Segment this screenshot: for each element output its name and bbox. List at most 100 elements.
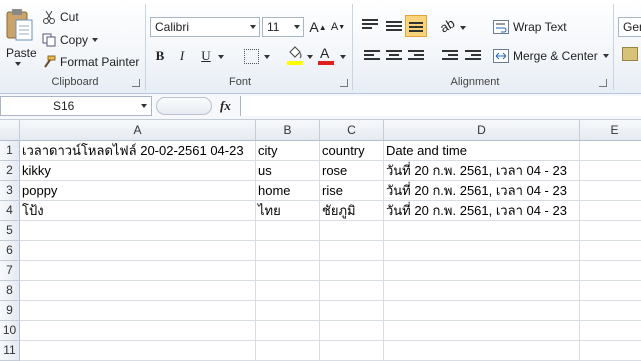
- font-size-box[interactable]: 11: [262, 17, 304, 37]
- name-box[interactable]: S16: [0, 96, 152, 116]
- cell-a8[interactable]: [20, 281, 256, 301]
- row-header-4[interactable]: 4: [0, 201, 20, 221]
- cell-b6[interactable]: [256, 241, 320, 261]
- cell-b10[interactable]: [256, 321, 320, 341]
- cell-b11[interactable]: [256, 341, 320, 361]
- cell-a10[interactable]: [20, 321, 256, 341]
- cell-b3[interactable]: home: [256, 181, 320, 201]
- cell-c1[interactable]: country: [320, 141, 384, 161]
- cell-d11[interactable]: [384, 341, 580, 361]
- cell-b9[interactable]: [256, 301, 320, 321]
- cell-a9[interactable]: [20, 301, 256, 321]
- shrink-font-icon[interactable]: A ▼: [328, 17, 348, 37]
- cell-e6[interactable]: [580, 241, 641, 261]
- cell-e3[interactable]: [580, 181, 641, 201]
- cell-b8[interactable]: [256, 281, 320, 301]
- format-painter-button[interactable]: Format Painter: [42, 55, 139, 69]
- chevron-down-icon[interactable]: [141, 104, 147, 108]
- column-header-e[interactable]: E: [580, 120, 641, 141]
- row-header-7[interactable]: 7: [0, 261, 20, 281]
- wrap-text-button[interactable]: Wrap Text: [493, 20, 567, 34]
- cell-d6[interactable]: [384, 241, 580, 261]
- cell-c10[interactable]: [320, 321, 384, 341]
- align-left-icon[interactable]: [364, 50, 380, 64]
- cell-c8[interactable]: [320, 281, 384, 301]
- cell-d9[interactable]: [384, 301, 580, 321]
- row-header-9[interactable]: 9: [0, 301, 20, 321]
- bottom-align-button[interactable]: [405, 15, 427, 37]
- cell-b4[interactable]: ไทย: [256, 201, 320, 221]
- cell-d2[interactable]: วันที่ 20 ก.พ. 2561, เวลา 04 - 23: [384, 161, 580, 181]
- row-header-5[interactable]: 5: [0, 221, 20, 241]
- cell-a11[interactable]: [20, 341, 256, 361]
- formula-bar-resize-handle[interactable]: [156, 97, 212, 115]
- chevron-down-icon[interactable]: [218, 55, 224, 59]
- cell-a4[interactable]: โป้ง: [20, 201, 256, 221]
- borders-icon[interactable]: [244, 49, 259, 64]
- cell-e10[interactable]: [580, 321, 641, 341]
- dialog-launcher-icon[interactable]: [340, 79, 348, 87]
- cell-e9[interactable]: [580, 301, 641, 321]
- cell-e2[interactable]: [580, 161, 641, 181]
- font-color-icon[interactable]: A: [318, 45, 334, 65]
- cell-e4[interactable]: [580, 201, 641, 221]
- row-header-11[interactable]: 11: [0, 341, 20, 361]
- chevron-down-icon[interactable]: [307, 55, 313, 59]
- copy-button[interactable]: Copy: [42, 33, 99, 47]
- cell-c11[interactable]: [320, 341, 384, 361]
- dialog-launcher-icon[interactable]: [132, 79, 140, 87]
- formula-input[interactable]: [240, 96, 641, 116]
- align-center-icon[interactable]: [386, 50, 402, 64]
- cell-d5[interactable]: [384, 221, 580, 241]
- bold-button[interactable]: B: [150, 46, 170, 66]
- cell-a1[interactable]: เวลาดาวน์โหลดไฟล์ 20-02-2561 04-23: [20, 141, 256, 161]
- cell-c5[interactable]: [320, 221, 384, 241]
- cell-e11[interactable]: [580, 341, 641, 361]
- column-header-a[interactable]: A: [20, 120, 256, 141]
- cell-d4[interactable]: วันที่ 20 ก.พ. 2561, เวลา 04 - 23: [384, 201, 580, 221]
- cell-d3[interactable]: วันที่ 20 ก.พ. 2561, เวลา 04 - 23: [384, 181, 580, 201]
- cell-a7[interactable]: [20, 261, 256, 281]
- row-header-1[interactable]: 1: [0, 141, 20, 161]
- cell-d10[interactable]: [384, 321, 580, 341]
- cell-c9[interactable]: [320, 301, 384, 321]
- row-header-10[interactable]: 10: [0, 321, 20, 341]
- cell-b5[interactable]: [256, 221, 320, 241]
- cell-d8[interactable]: [384, 281, 580, 301]
- cell-a3[interactable]: poppy: [20, 181, 256, 201]
- orientation-icon[interactable]: ab: [437, 15, 457, 35]
- cell-e8[interactable]: [580, 281, 641, 301]
- increase-indent-icon[interactable]: [465, 50, 481, 64]
- paste-button[interactable]: Paste: [2, 6, 37, 66]
- cell-c2[interactable]: rose: [320, 161, 384, 181]
- number-format-box[interactable]: Gen: [618, 17, 641, 37]
- fill-color-icon[interactable]: [287, 46, 303, 66]
- cell-a2[interactable]: kikky: [20, 161, 256, 181]
- cell-a5[interactable]: [20, 221, 256, 241]
- row-header-3[interactable]: 3: [0, 181, 20, 201]
- cell-e1[interactable]: [580, 141, 641, 161]
- cell-b2[interactable]: us: [256, 161, 320, 181]
- cut-button[interactable]: Cut: [42, 10, 79, 24]
- merge-center-button[interactable]: Merge & Center: [493, 49, 609, 63]
- chevron-down-icon[interactable]: [460, 26, 466, 30]
- cell-b1[interactable]: city: [256, 141, 320, 161]
- currency-icon[interactable]: [622, 47, 638, 61]
- chevron-down-icon[interactable]: [264, 55, 270, 59]
- cell-e5[interactable]: [580, 221, 641, 241]
- middle-align-icon[interactable]: [386, 21, 402, 35]
- row-header-6[interactable]: 6: [0, 241, 20, 261]
- column-header-b[interactable]: B: [256, 120, 320, 141]
- row-header-2[interactable]: 2: [0, 161, 20, 181]
- cell-d1[interactable]: Date and time: [384, 141, 580, 161]
- cell-e7[interactable]: [580, 261, 641, 281]
- insert-function-button[interactable]: fx: [220, 98, 231, 114]
- dialog-launcher-icon[interactable]: [599, 79, 607, 87]
- column-header-d[interactable]: D: [384, 120, 580, 141]
- cell-b7[interactable]: [256, 261, 320, 281]
- decrease-indent-icon[interactable]: [442, 50, 458, 64]
- chevron-down-icon[interactable]: [340, 55, 346, 59]
- underline-button[interactable]: U: [196, 46, 216, 66]
- cell-c6[interactable]: [320, 241, 384, 261]
- cell-c4[interactable]: ชัยภูมิ: [320, 201, 384, 221]
